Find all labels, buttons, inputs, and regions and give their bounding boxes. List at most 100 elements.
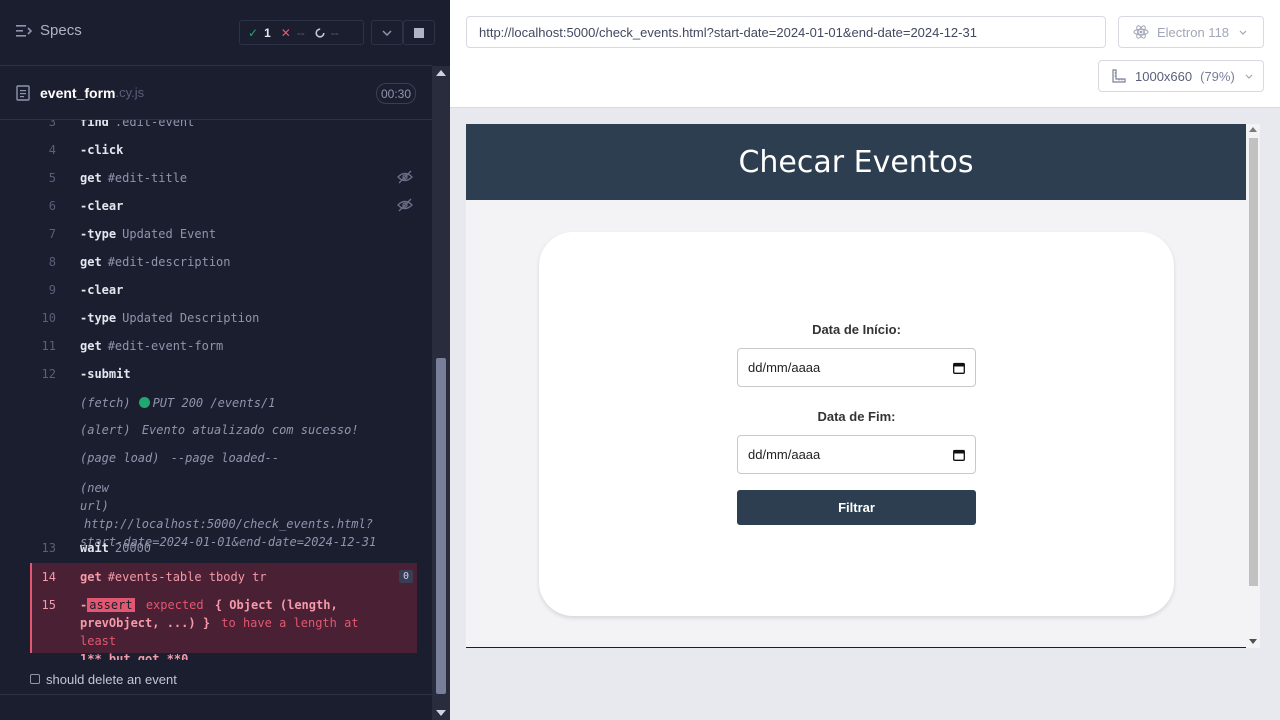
end-date-label: Data de Fim: — [817, 409, 896, 424]
start-date-input[interactable]: dd/mm/aaaa — [737, 348, 976, 387]
failed-command-row[interactable]: 14 get #events-table tbody tr 0 — [30, 563, 417, 591]
command-arg: Updated Description — [122, 311, 260, 325]
electron-icon — [1133, 25, 1149, 39]
page-title: Checar Eventos — [738, 144, 974, 180]
passed-count: 1 — [264, 25, 271, 40]
filter-form-card: Data de Início: dd/mm/aaaa Data de Fim: … — [539, 232, 1174, 616]
chevron-down-icon — [1245, 74, 1253, 79]
test-stats: ✓ 1 ✕ -- -- — [239, 20, 364, 45]
pending-count: -- — [330, 25, 339, 40]
scroll-up-arrow-icon[interactable] — [436, 70, 446, 76]
viewport-scale: (79%) — [1200, 68, 1235, 84]
spec-file-ext: .cy.js — [115, 85, 145, 100]
event-label: url) — [80, 499, 109, 513]
eye-slash-icon — [397, 198, 413, 212]
command-number: 14 — [41, 570, 56, 584]
specs-label: Specs — [40, 22, 82, 39]
event-value: Evento atualizado com sucesso! — [141, 423, 359, 437]
browser-selector[interactable]: Electron 118 — [1118, 16, 1264, 48]
status-success-dot — [138, 397, 150, 408]
document-icon — [16, 84, 30, 101]
start-date-label: Data de Início: — [812, 322, 901, 337]
spec-title-row: event_form .cy.js 00:30 — [0, 66, 432, 120]
command-name: get — [80, 171, 102, 185]
command-number: 4 — [48, 143, 56, 157]
app-iframe: Checar Eventos Data de Início: dd/mm/aaa… — [466, 124, 1246, 648]
command-name: -type — [80, 227, 117, 241]
event-label: (alert) — [80, 423, 131, 437]
event-label: (fetch) — [80, 396, 131, 410]
scroll-down-arrow-icon[interactable] — [436, 710, 446, 716]
app-header: Checar Eventos — [466, 124, 1246, 200]
command-arg: #edit-title — [107, 171, 188, 185]
chevron-down-icon — [382, 29, 392, 36]
viewport-selector[interactable]: 1000x660 (79%) — [1098, 60, 1264, 92]
scrollbar-thumb[interactable] — [1249, 138, 1258, 586]
command-name: get — [80, 339, 102, 353]
check-icon: ✓ — [248, 25, 259, 40]
url-text: http://localhost:5000/check_events.html?… — [479, 24, 977, 40]
command-number: 11 — [41, 339, 56, 353]
event-value: PUT 200 /events/1 — [152, 396, 276, 410]
end-date-placeholder: dd/mm/aaaa — [748, 447, 821, 462]
command-number: 12 — [41, 367, 56, 381]
scrollbar-thumb[interactable] — [436, 358, 446, 694]
failed-assert-row[interactable]: 15 - assert expected { Object (length, pr… — [30, 591, 417, 660]
command-arg: #edit-description — [107, 255, 231, 269]
command-number: 8 — [48, 255, 56, 269]
command-name: -clear — [80, 199, 124, 213]
command-name: get — [80, 255, 102, 269]
eye-slash-icon — [397, 170, 413, 184]
url-bar[interactable]: http://localhost:5000/check_events.html?… — [466, 16, 1106, 48]
event-label: (page load) — [80, 451, 160, 465]
end-date-input[interactable]: dd/mm/aaaa — [737, 435, 976, 474]
command-name: find — [80, 120, 109, 129]
command-arg: #events-table tbody tr — [107, 570, 267, 584]
command-name: -type — [80, 311, 117, 325]
filter-button[interactable]: Filtrar — [737, 490, 976, 525]
command-name: -submit — [80, 367, 131, 381]
reporter-header: Specs ✓ 1 ✕ -- -- — [0, 0, 435, 66]
menu-lines-icon — [16, 24, 32, 37]
pending-checkbox-icon — [30, 674, 40, 684]
command-number: 13 — [41, 541, 56, 555]
scroll-up-arrow-icon[interactable] — [1249, 127, 1257, 132]
command-number: 15 — [41, 598, 56, 612]
app-under-test-panel: http://localhost:5000/check_events.html?… — [450, 0, 1280, 720]
command-list: 3 find .edit-event 4 -click 5 get #edit-ti… — [0, 120, 432, 660]
browser-name: Electron 118 — [1157, 24, 1230, 40]
assert-object-text: prevObject, ...) } — [80, 616, 211, 630]
app-scrollbar[interactable] — [1246, 124, 1260, 648]
pending-stat: -- — [315, 26, 339, 40]
command-name: wait — [80, 541, 109, 555]
ruler-icon — [1112, 69, 1126, 83]
test-item-delete-event[interactable]: should delete an event — [0, 664, 432, 694]
assert-message: 1** but got **0 — [80, 652, 189, 660]
specs-button[interactable]: Specs — [16, 22, 82, 39]
viewport-size: 1000x660 — [1135, 68, 1193, 84]
scroll-down-arrow-icon[interactable] — [1249, 639, 1257, 644]
command-number: 10 — [41, 311, 56, 325]
reporter-scrollbar[interactable] — [432, 66, 450, 720]
calendar-icon[interactable] — [953, 449, 965, 461]
stop-button[interactable] — [403, 20, 435, 45]
test-title: should delete an event — [46, 671, 177, 687]
command-arg: .edit-event — [114, 120, 195, 129]
command-name: -click — [80, 143, 124, 157]
chevron-down-icon — [1239, 30, 1247, 35]
command-arg: 20000 — [114, 541, 152, 555]
command-name: -clear — [80, 283, 124, 297]
aut-toolbar: http://localhost:5000/check_events.html?… — [450, 0, 1280, 108]
command-number: 9 — [48, 283, 56, 297]
assert-object-text: { Object (length, — [214, 598, 338, 612]
command-number: 3 — [48, 120, 56, 129]
calendar-icon[interactable] — [953, 362, 965, 374]
passed-stat: ✓ 1 — [248, 26, 271, 40]
command-number: 6 — [48, 199, 56, 213]
event-value: http://localhost:5000/check_events.html? — [84, 517, 373, 531]
command-number: 5 — [48, 171, 56, 185]
command-arg: Updated Event — [122, 227, 217, 241]
x-icon: ✕ — [280, 25, 291, 40]
options-dropdown-button[interactable] — [371, 20, 403, 45]
event-row-new-url[interactable]: (new url) http://localhost:5000/check_ev… — [30, 479, 417, 549]
